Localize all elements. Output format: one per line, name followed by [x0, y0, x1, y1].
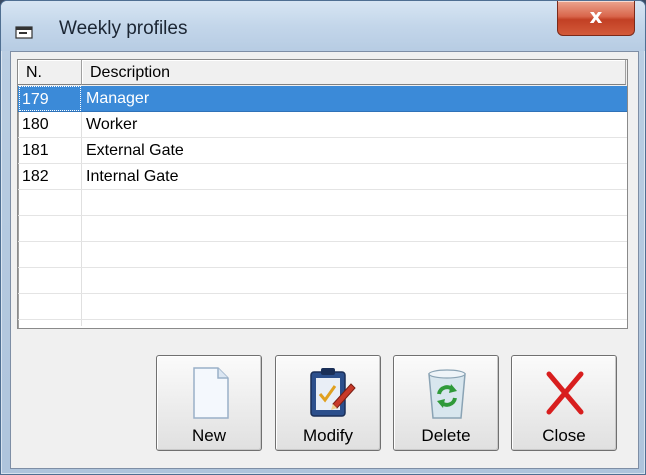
close-button[interactable]: Close: [511, 355, 617, 451]
empty-row: [18, 242, 627, 268]
new-button[interactable]: New: [156, 355, 262, 451]
document-icon: [193, 367, 229, 419]
edit-clipboard-icon: [310, 368, 356, 417]
list-header: N. Description: [18, 60, 627, 87]
modify-button[interactable]: Modify: [275, 355, 381, 451]
delete-button-label: Delete: [421, 426, 471, 445]
table-row[interactable]: 182 Internal Gate: [18, 164, 627, 190]
empty-row: [18, 190, 627, 216]
new-button-label: New: [191, 426, 226, 445]
empty-row: [18, 294, 627, 320]
row-number: 180: [22, 116, 49, 133]
table-row[interactable]: 181 External Gate: [18, 138, 627, 164]
empty-row: [18, 216, 627, 242]
close-window-button[interactable]: x: [557, 1, 635, 36]
red-x-icon: [546, 371, 584, 415]
empty-row: [18, 268, 627, 294]
delete-button[interactable]: Delete: [393, 355, 499, 451]
row-description: Internal Gate: [86, 168, 179, 185]
row-number: 179: [19, 86, 81, 111]
window-title: Weekly profiles: [59, 18, 188, 39]
column-header-number[interactable]: N.: [18, 60, 82, 85]
column-header-description[interactable]: Description: [82, 60, 626, 85]
table-row[interactable]: 179 Manager: [18, 86, 627, 112]
window-icon: [15, 26, 33, 39]
recycle-bin-icon: [428, 369, 466, 419]
profiles-list[interactable]: N. Description 179 Manager 180 Worker 18…: [17, 59, 628, 329]
row-description: External Gate: [86, 142, 184, 159]
modify-button-label: Modify: [302, 426, 354, 445]
weekly-profiles-window: Weekly profiles x N. Description 179 Man…: [0, 0, 646, 475]
row-description: Manager: [86, 90, 150, 107]
row-number: 181: [22, 142, 49, 159]
dialog-client-area: N. Description 179 Manager 180 Worker 18…: [10, 51, 639, 469]
close-button-label: Close: [542, 426, 586, 445]
title-bar[interactable]: Weekly profiles x: [1, 1, 645, 51]
table-row[interactable]: 180 Worker: [18, 112, 627, 138]
row-number: 182: [22, 168, 49, 185]
row-description: Worker: [86, 116, 138, 133]
